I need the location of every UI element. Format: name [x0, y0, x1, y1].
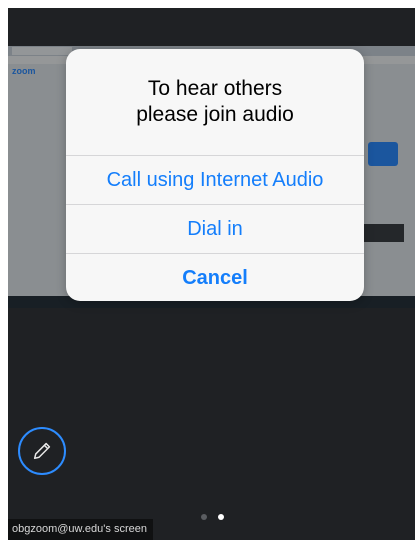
screen-owner-label: obgzoom@uw.edu's screen — [8, 519, 153, 540]
page-indicator — [201, 514, 224, 520]
dial-in-button[interactable]: Dial in — [66, 204, 364, 253]
join-audio-dialog: To hear others please join audio Call us… — [66, 49, 364, 301]
cancel-button[interactable]: Cancel — [66, 253, 364, 301]
dialog-title-line-2: please join audio — [136, 103, 294, 126]
dialog-title: To hear others please join audio — [66, 49, 364, 155]
call-internet-audio-button[interactable]: Call using Internet Audio — [66, 155, 364, 204]
dialog-title-line-1: To hear others — [147, 77, 283, 100]
page-dot-1[interactable] — [201, 514, 207, 520]
page-dot-2[interactable] — [218, 514, 224, 520]
annotate-button[interactable] — [18, 427, 66, 475]
meeting-screen: zoom To hear others please join audio Ca… — [8, 8, 415, 540]
pencil-icon — [33, 442, 51, 460]
